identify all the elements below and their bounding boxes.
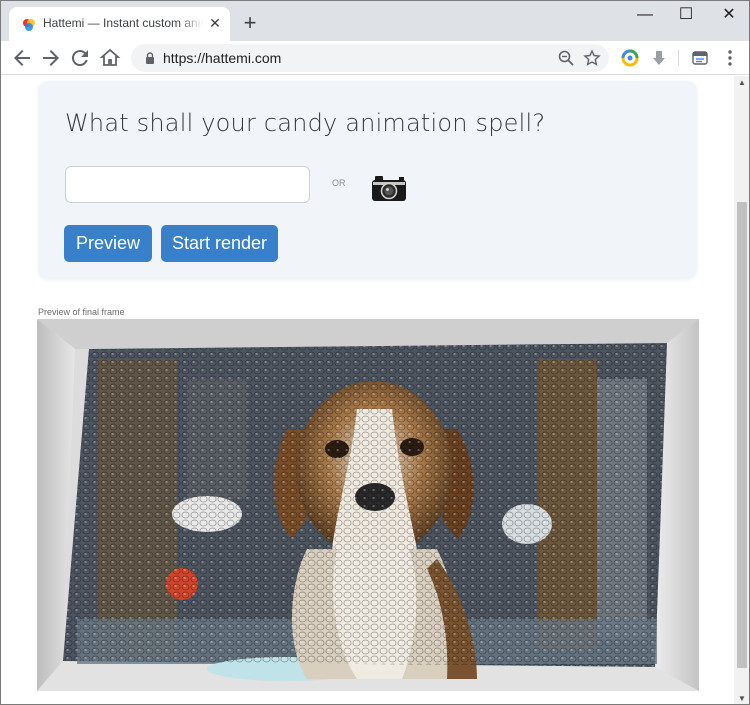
forward-button[interactable]	[39, 46, 63, 70]
address-bar[interactable]: https://hattemi.com	[131, 44, 609, 72]
back-arrow-icon	[14, 50, 30, 66]
preview-button[interactable]: Preview	[64, 225, 152, 262]
home-icon	[99, 48, 121, 66]
extension-color-icon[interactable]	[621, 49, 639, 67]
close-window-button[interactable]: ✕	[709, 5, 749, 25]
candy-preview-image	[37, 319, 699, 691]
tab-strip: Hattemi — Instant custom animations ✕ + …	[1, 1, 749, 41]
spell-text-input[interactable]	[65, 166, 310, 203]
tab-title: Hattemi — Instant custom animations	[43, 16, 203, 30]
scroll-up-arrow-icon[interactable]: ▲	[734, 76, 749, 90]
preview-label: Preview of final frame	[38, 307, 125, 317]
lock-icon	[146, 52, 154, 64]
minimize-button[interactable]: —	[625, 5, 665, 25]
menu-kebab-icon[interactable]	[720, 48, 740, 68]
home-button[interactable]	[98, 46, 122, 70]
animation-form-card: What shall your candy animation spell? O…	[38, 81, 697, 279]
reload-button[interactable]	[68, 46, 92, 70]
scrollbar-thumb[interactable]	[737, 202, 747, 668]
back-button[interactable]	[10, 46, 34, 70]
maximize-button[interactable]: ☐	[666, 5, 706, 25]
camera-icon[interactable]	[371, 174, 407, 202]
toolbar-divider	[678, 50, 679, 66]
card-title: What shall your candy animation spell?	[65, 109, 546, 137]
browser-window: Hattemi — Instant custom animations ✕ + …	[0, 0, 750, 705]
tab-close-icon[interactable]: ✕	[207, 15, 223, 31]
page-content: What shall your candy animation spell? O…	[1, 76, 734, 704]
reload-icon	[71, 50, 88, 67]
zoom-icon[interactable]	[557, 49, 575, 67]
scroll-down-arrow-icon[interactable]: ▼	[734, 692, 749, 704]
download-icon[interactable]	[650, 49, 668, 67]
url-text: https://hattemi.com	[163, 50, 282, 66]
extension-window-icon[interactable]	[691, 49, 709, 67]
star-bookmark-icon[interactable]	[583, 49, 601, 67]
browser-toolbar: https://hattemi.com	[1, 41, 749, 75]
forward-arrow-icon	[43, 50, 59, 66]
page-scrollbar[interactable]: ▲ ▼	[734, 76, 749, 704]
start-render-button[interactable]: Start render	[161, 225, 278, 262]
hattemi-favicon-icon	[23, 19, 35, 31]
browser-tab[interactable]: Hattemi — Instant custom animations ✕	[9, 7, 230, 41]
or-label: OR	[332, 178, 346, 188]
new-tab-button[interactable]: +	[239, 12, 261, 35]
